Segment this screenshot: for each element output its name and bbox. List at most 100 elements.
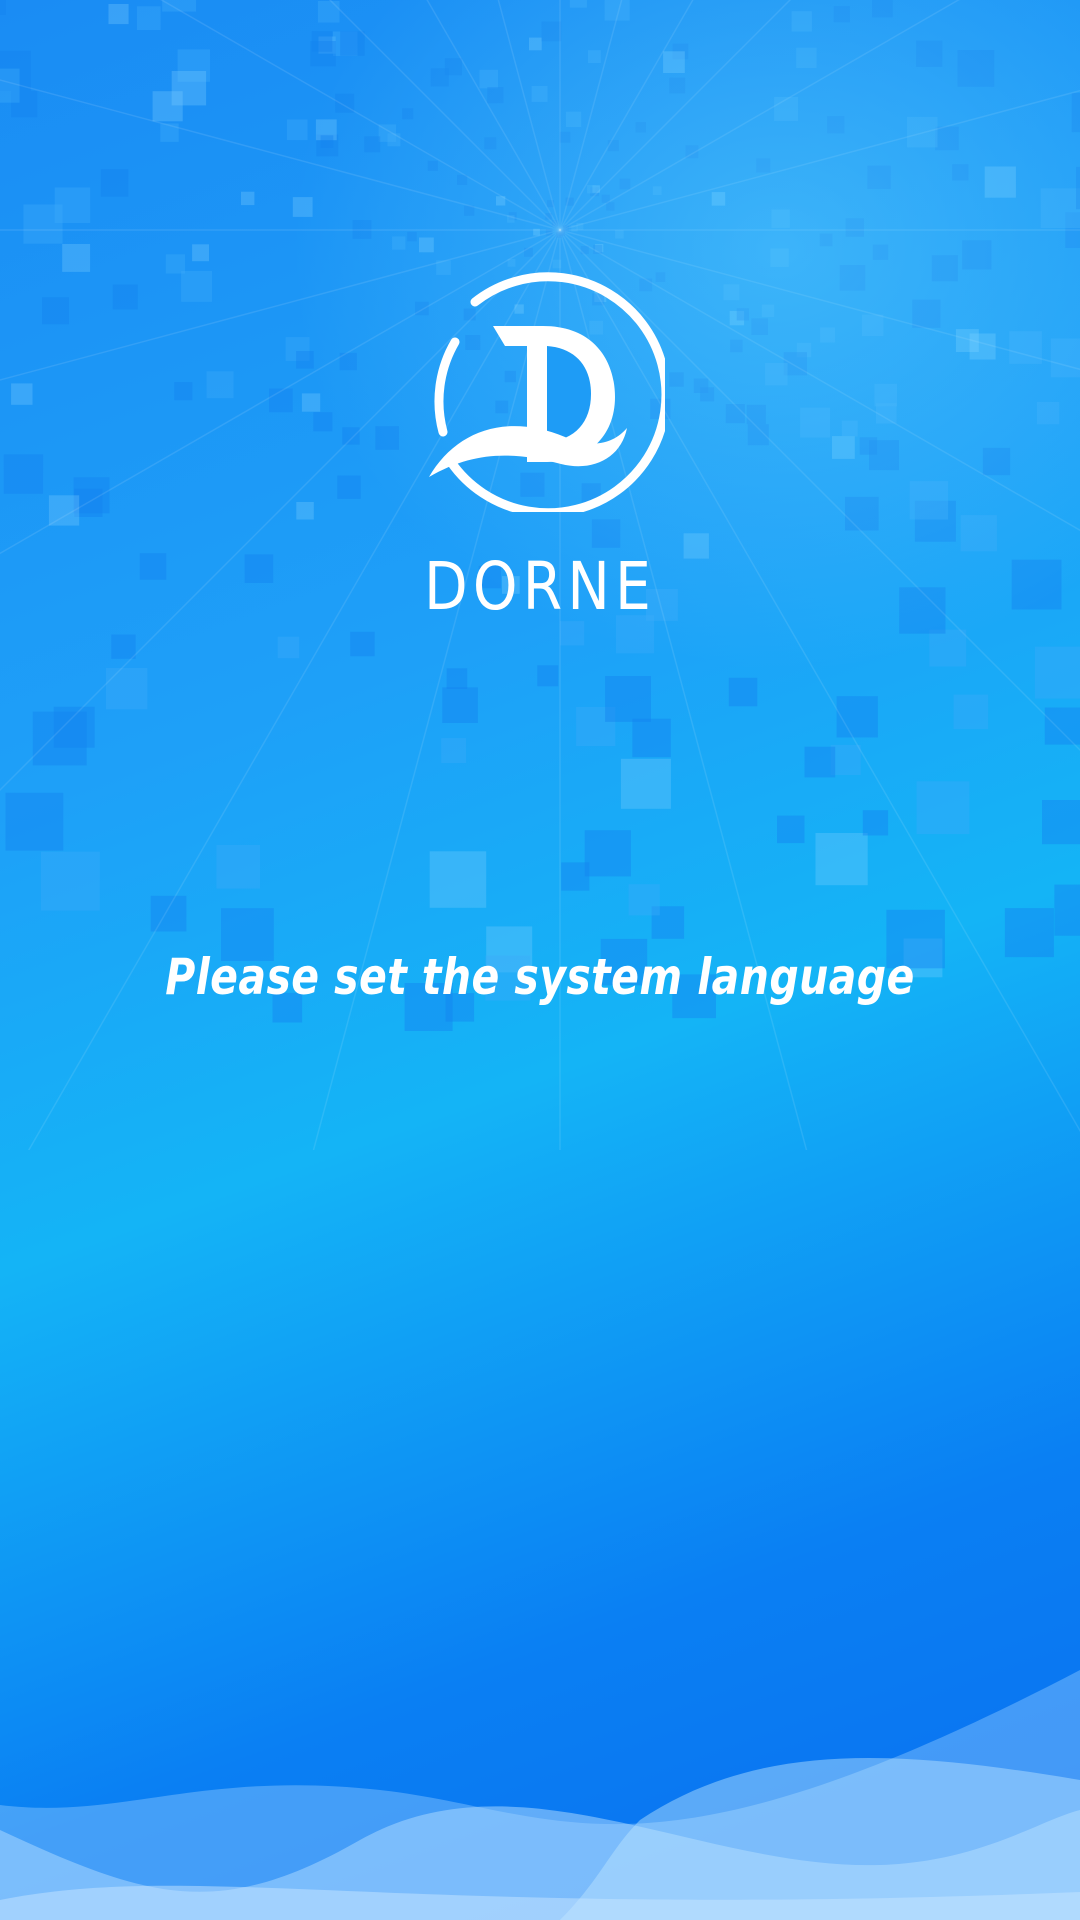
cube-tile <box>1011 559 1062 610</box>
cube-tile <box>872 244 889 260</box>
cube-tile <box>285 337 310 361</box>
cube-tile <box>48 495 80 526</box>
cube-tile <box>11 383 33 405</box>
cube-tile <box>335 93 355 113</box>
cube-tile <box>174 382 193 401</box>
cube-tile <box>0 50 31 91</box>
cube-tile <box>446 668 468 689</box>
cube-tile <box>479 69 498 89</box>
splash-screen: DORNE Please set the system language <box>0 0 1080 1920</box>
cube-tile <box>181 270 212 302</box>
cube-tile <box>957 50 995 87</box>
cube-tile <box>269 388 293 413</box>
cube-tile <box>606 202 615 211</box>
perspective-line <box>559 0 694 231</box>
cube-tile <box>41 851 100 911</box>
cube-tile <box>342 427 360 445</box>
cube-tile <box>464 205 475 216</box>
cube-tile <box>1076 166 1080 210</box>
cube-tile <box>1054 884 1080 936</box>
cube-tile <box>761 304 775 317</box>
cube-tile <box>576 706 616 747</box>
cube-tile <box>839 265 866 291</box>
cube-tile <box>296 502 314 520</box>
cube-tile <box>402 108 414 120</box>
cube-tile <box>1044 707 1080 745</box>
cube-tile <box>537 665 559 687</box>
cube-tile <box>819 233 833 247</box>
cube-tile <box>700 387 715 402</box>
cube-tile <box>872 0 893 18</box>
perspective-line <box>559 0 792 231</box>
cube-tile <box>531 86 548 102</box>
cube-tile <box>876 403 897 424</box>
cube-tile <box>286 119 308 141</box>
cube-tile <box>605 676 651 722</box>
cube-tile <box>820 327 836 343</box>
cube-tile <box>845 496 879 531</box>
cube-tile <box>340 31 365 56</box>
cube-tile <box>576 223 584 230</box>
cube-tile <box>375 426 399 450</box>
cube-tile <box>429 851 487 908</box>
cube-tile <box>571 225 578 232</box>
cube-tile <box>607 140 619 152</box>
cube-tile <box>669 372 684 387</box>
cube-tile <box>62 244 91 272</box>
cube-tile <box>318 36 336 54</box>
cube-tile <box>861 314 884 337</box>
cube-tile <box>953 694 989 730</box>
language-prompt: Please set the system language <box>165 948 915 1006</box>
cube-tile <box>160 123 179 142</box>
cube-tile <box>296 351 314 369</box>
cube-tile <box>651 906 685 939</box>
cube-tile <box>800 407 831 438</box>
cube-tile <box>487 87 504 104</box>
cube-tile <box>333 31 358 56</box>
dorne-d-logo-icon <box>429 272 671 518</box>
cube-tile <box>558 229 565 236</box>
cube-tile <box>301 393 321 412</box>
perspective-line <box>559 0 623 231</box>
cube-tile <box>457 174 468 185</box>
perspective-line <box>328 0 561 231</box>
cube-tile <box>165 254 186 274</box>
cube-tile <box>192 244 209 262</box>
cube-tile <box>595 244 604 253</box>
cube-tile <box>685 145 699 159</box>
cube-tile <box>592 185 600 193</box>
cube-tile <box>112 284 138 310</box>
cube-tile <box>916 40 943 67</box>
cube-tile <box>593 244 603 254</box>
cube-tile <box>392 236 406 250</box>
cube-tile <box>827 116 845 134</box>
cube-tile <box>315 119 337 141</box>
cube-tile <box>931 255 958 282</box>
cube-tile <box>430 68 449 87</box>
cube-tile <box>1071 93 1080 133</box>
cube-tile <box>751 318 768 335</box>
cube-tile <box>912 299 941 328</box>
cube-tile <box>756 158 771 173</box>
cube-tile <box>669 77 686 94</box>
cube-tile <box>832 436 855 459</box>
cube-tile <box>496 196 506 206</box>
cube-tile <box>580 246 589 255</box>
cube-tile <box>1034 646 1080 699</box>
cube-tile <box>909 481 949 520</box>
cube-tile <box>556 231 563 238</box>
cube-tile <box>350 631 375 657</box>
perspective-line <box>559 89 1080 231</box>
cube-tile <box>1065 212 1080 248</box>
cube-tile <box>584 830 631 877</box>
cube-tile <box>100 169 129 197</box>
cube-tile <box>1042 800 1080 845</box>
cube-tile <box>628 884 660 916</box>
cube-tile <box>591 519 621 548</box>
cube-tile <box>0 0 7 15</box>
cube-tile <box>632 718 671 758</box>
cube-tile <box>311 31 333 52</box>
cube-tile <box>53 706 95 748</box>
cube-tile <box>1050 338 1080 378</box>
cube-tile <box>507 215 515 223</box>
